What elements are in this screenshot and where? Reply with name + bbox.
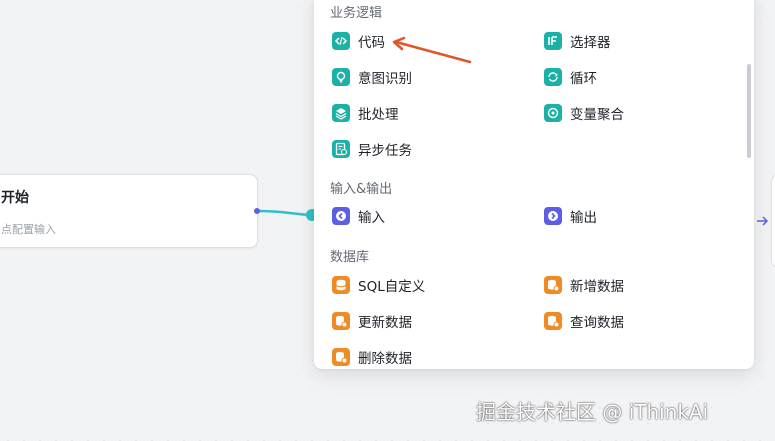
- node-item-label: 意图识别: [358, 71, 412, 87]
- database-icon: [332, 312, 350, 330]
- node-item-loop[interactable]: 循环: [544, 66, 597, 88]
- node-item-async-task[interactable]: 异步任务: [332, 138, 412, 160]
- output-port: [254, 208, 260, 214]
- database-icon: [544, 276, 562, 294]
- node-item-label: 输入: [358, 210, 385, 226]
- node-item-delete-data[interactable]: 删除数据: [332, 346, 412, 368]
- panel-scrollbar[interactable]: [747, 64, 751, 158]
- node-item-query-data[interactable]: 查询数据: [544, 310, 624, 332]
- database-icon: [332, 276, 350, 294]
- node-item-label: SQL自定义: [358, 279, 426, 295]
- section-title-io: 输入&输出: [330, 182, 393, 197]
- node-item-label: 更新数据: [358, 315, 412, 331]
- node-item-label: 新增数据: [570, 279, 624, 295]
- next-node[interactable]: [771, 174, 775, 268]
- node-item-selector[interactable]: 选择器: [544, 30, 611, 52]
- watermark-text: 掘金技术社区 @ iThinkAi: [476, 400, 709, 424]
- node-item-label: 删除数据: [358, 351, 412, 367]
- node-item-sql[interactable]: SQL自定义: [332, 274, 425, 296]
- merge-icon: [544, 104, 562, 122]
- node-item-update-data[interactable]: 更新数据: [332, 310, 412, 332]
- layers-icon: [332, 104, 350, 122]
- node-item-variable-aggregation[interactable]: 变量聚合: [544, 102, 624, 124]
- code-brackets-icon: [332, 32, 350, 50]
- doc-clock-icon: [332, 140, 350, 158]
- arrow-right-icon: [544, 207, 562, 225]
- node-item-intent[interactable]: 意图识别: [332, 66, 412, 88]
- node-item-input[interactable]: 输入: [332, 205, 385, 227]
- node-item-label: 选择器: [570, 35, 611, 51]
- bulb-icon: [332, 68, 350, 86]
- node-item-insert-data[interactable]: 新增数据: [544, 274, 624, 296]
- node-item-label: 批处理: [358, 107, 399, 123]
- node-item-output[interactable]: 输出: [544, 205, 597, 227]
- node-picker-panel: 业务逻辑 代码 选择器 意图识别 循环 批处理 变量聚合 异步任务 输入&输出 …: [314, 0, 754, 369]
- node-item-label: 代码: [358, 35, 385, 51]
- if-icon: [544, 32, 562, 50]
- arrow-left-icon: [332, 207, 350, 225]
- node-item-label: 查询数据: [570, 315, 624, 331]
- node-item-label: 输出: [570, 210, 597, 226]
- node-item-code[interactable]: 代码: [332, 30, 385, 52]
- database-icon: [332, 348, 350, 366]
- loop-icon: [544, 68, 562, 86]
- node-item-label: 变量聚合: [570, 107, 624, 123]
- node-item-label: 循环: [570, 71, 597, 87]
- node-item-batch[interactable]: 批处理: [332, 102, 399, 124]
- database-icon: [544, 312, 562, 330]
- section-title-database: 数据库: [330, 250, 370, 265]
- node-item-label: 异步任务: [358, 143, 412, 159]
- section-title-business-logic: 业务逻辑: [330, 6, 383, 21]
